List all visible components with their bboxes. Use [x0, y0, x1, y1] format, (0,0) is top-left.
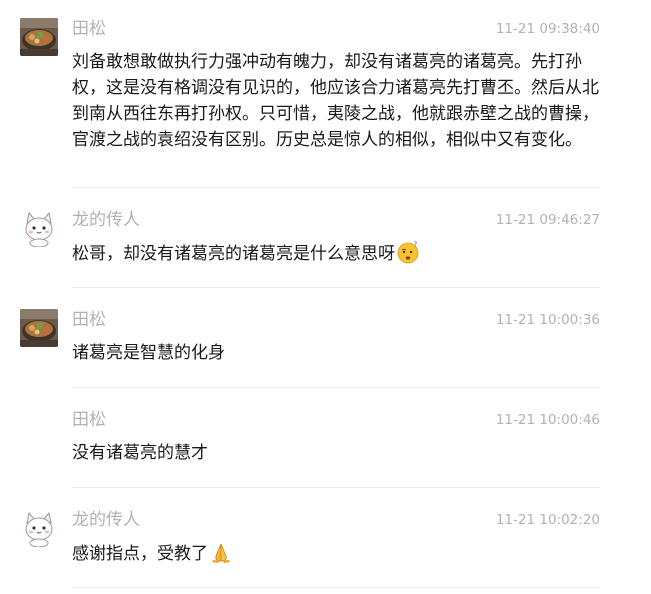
message-text: 感谢指点，受教了 — [72, 540, 600, 567]
message-divider — [72, 487, 600, 488]
sender-name[interactable]: 龙的传人 — [72, 209, 140, 231]
chat-message: 田松 11-21 09:38:40 刘备敢想敢做执行力强冲动有魄力，却没有诸葛亮… — [20, 18, 600, 180]
sender-name[interactable]: 田松 — [72, 309, 106, 331]
food-pot-avatar-icon — [20, 18, 58, 56]
chat-message: 田松 11-21 10:00:46 没有诸葛亮的慧才 — [20, 409, 600, 469]
message-text: 松哥，却没有诸葛亮的诸葛亮是什么意思呀? — [72, 240, 600, 267]
message-text: 没有诸葛亮的慧才 — [72, 443, 208, 463]
praying-hands-emoji-icon — [212, 543, 230, 563]
sender-avatar[interactable] — [20, 18, 58, 56]
sender-avatar[interactable] — [20, 209, 58, 247]
message-text-content: 松哥，却没有诸葛亮的诸葛亮是什么意思呀 — [72, 244, 395, 264]
message-timestamp: 11-21 09:38:40 — [495, 21, 600, 37]
sender-avatar[interactable] — [20, 309, 58, 347]
svg-text:?: ? — [414, 241, 418, 249]
message-timestamp: 11-21 10:00:36 — [495, 312, 600, 328]
message-divider — [72, 187, 600, 188]
sender-name[interactable]: 龙的传人 — [72, 509, 140, 531]
message-divider — [72, 287, 600, 288]
cartoon-cat-avatar-icon — [20, 509, 58, 547]
food-pot-avatar-icon — [20, 309, 58, 347]
chat-message-list[interactable]: 田松 11-21 09:38:40 刘备敢想敢做执行力强冲动有魄力，却没有诸葛亮… — [0, 0, 651, 594]
sender-name[interactable]: 田松 — [72, 18, 106, 40]
chat-message: 龙的传人 11-21 10:02:20 感谢指点，受教了 — [20, 509, 600, 569]
message-timestamp: 11-21 10:00:46 — [495, 412, 600, 428]
sender-avatar[interactable] — [20, 509, 58, 547]
message-text: 诸葛亮是智慧的化身 — [72, 343, 225, 363]
cartoon-cat-avatar-icon — [20, 209, 58, 247]
message-text: 刘备敢想敢做执行力强冲动有魄力，却没有诸葛亮的诸葛亮。先打孙权，这是没有格调没有… — [72, 52, 599, 150]
message-timestamp: 11-21 10:02:20 — [495, 512, 600, 528]
message-divider — [72, 387, 600, 388]
thinking-face-emoji-icon: ? — [397, 241, 419, 264]
chat-message: 田松 11-21 10:00:36 诸葛亮是智慧的化身 — [20, 309, 600, 369]
message-divider — [72, 587, 600, 588]
message-timestamp: 11-21 09:46:27 — [495, 212, 600, 228]
sender-name[interactable]: 田松 — [72, 409, 106, 431]
chat-message: 龙的传人 11-21 09:46:27 松哥，却没有诸葛亮的诸葛亮是什么意思呀? — [20, 209, 600, 269]
message-text-content: 感谢指点，受教了 — [72, 544, 208, 564]
